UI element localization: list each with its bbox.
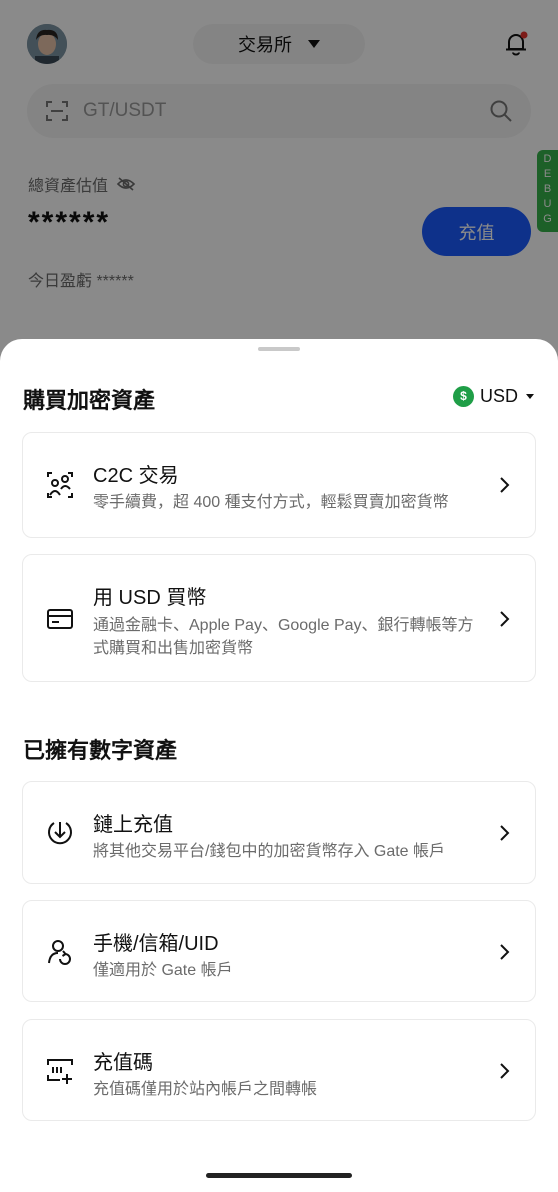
- sheet-grabber[interactable]: [258, 347, 300, 351]
- buy-with-usd-title: 用 USD 買幣: [93, 587, 207, 609]
- deposit-code-option[interactable]: 充值碼 充值碼僅用於站內帳戶之間轉帳: [22, 1019, 536, 1121]
- deposit-code-title: 充值碼: [93, 1052, 153, 1074]
- c2c-trade-icon: [47, 472, 73, 498]
- user-transfer-icon: [48, 940, 71, 965]
- dollar-icon: $: [453, 385, 474, 407]
- c2c-description: 零手續費，超 400 種支付方式，輕鬆買賣加密貨幣: [93, 494, 449, 511]
- deposit-bottom-sheet: 購買加密資產 $ USD C2C 交易 零手續費，超 400 種支付方式，輕鬆買…: [0, 339, 558, 1192]
- download-icon: [48, 822, 72, 845]
- buy-crypto-title: 購買加密資產: [23, 388, 156, 413]
- deposit-code-icon: [47, 1059, 73, 1084]
- currency-selector[interactable]: $ USD: [453, 384, 535, 408]
- owned-assets-title: 已擁有數字資產: [23, 738, 178, 763]
- chevron-right-icon: [500, 477, 510, 493]
- chevron-right-icon: [500, 611, 510, 627]
- phone-email-uid-option[interactable]: 手機/信箱/UID 僅適用於 Gate 帳戶: [22, 900, 536, 1002]
- chevron-right-icon: [500, 944, 510, 960]
- onchain-deposit-title: 鏈上充值: [93, 814, 173, 836]
- c2c-trade-option[interactable]: C2C 交易 零手續費，超 400 種支付方式，輕鬆買賣加密貨幣: [22, 432, 536, 538]
- card-icon: [47, 609, 73, 629]
- c2c-title: C2C 交易: [93, 465, 179, 487]
- chevron-right-icon: [500, 1063, 510, 1079]
- home-indicator: [206, 1173, 352, 1178]
- onchain-deposit-description: 將其他交易平台/錢包中的加密貨幣存入 Gate 帳戶: [93, 843, 446, 860]
- deposit-code-description: 充值碼僅用於站內帳戶之間轉帳: [93, 1081, 318, 1098]
- onchain-deposit-option[interactable]: 鏈上充值 將其他交易平台/錢包中的加密貨幣存入 Gate 帳戶: [22, 781, 536, 884]
- currency-label: USD: [480, 385, 519, 406]
- caret-down-icon: [526, 393, 535, 399]
- phone-email-uid-title: 手機/信箱/UID: [93, 933, 219, 955]
- buy-with-usd-description: 通過金融卡、Apple Pay、Google Pay、銀行轉帳等方式購買和出售加…: [93, 617, 474, 657]
- buy-with-usd-option[interactable]: 用 USD 買幣 通過金融卡、Apple Pay、Google Pay、銀行轉帳…: [22, 554, 536, 682]
- chevron-right-icon: [500, 825, 510, 841]
- phone-email-uid-description: 僅適用於 Gate 帳戶: [93, 962, 233, 979]
